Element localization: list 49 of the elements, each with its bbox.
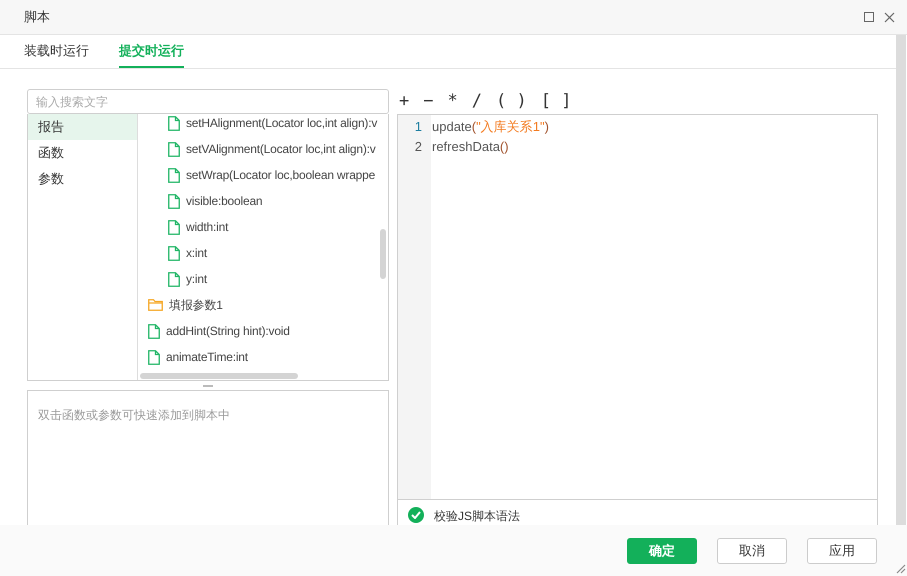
file-icon [168, 272, 180, 286]
tree-item[interactable]: setVAlignment(Locator loc,int align):v [186, 140, 376, 158]
tree-item[interactable]: animateTime:int [166, 348, 248, 366]
file-icon [168, 194, 180, 208]
category-item[interactable]: 函数 [28, 140, 137, 166]
file-icon [168, 168, 180, 182]
operator-button[interactable]: * [448, 92, 458, 110]
tree-item[interactable]: addHint(String hint):void [166, 322, 290, 340]
resize-grip-icon[interactable] [894, 562, 906, 574]
operator-button[interactable]: + [399, 92, 410, 110]
operator-button[interactable]: ( ) [496, 92, 527, 110]
tree-item[interactable]: visible:boolean [186, 192, 262, 210]
tree-item[interactable]: setHAlignment(Locator loc,int align):v [186, 114, 378, 132]
folder-icon [148, 299, 163, 311]
code-line: update("入库关系1") [432, 118, 549, 136]
file-icon [148, 350, 160, 364]
window-title: 脚本 [24, 8, 51, 26]
tree-item[interactable]: setWrap(Locator loc,boolean wrappe [186, 166, 376, 184]
close-icon[interactable] [884, 12, 895, 22]
tree-item[interactable]: y:int [186, 270, 208, 288]
search-field[interactable]: 输入搜索文字 [27, 89, 389, 114]
file-icon [168, 116, 180, 130]
checkbox-label[interactable]: 校验JS脚本语法 [434, 507, 520, 525]
line-number: 1 [414, 118, 422, 136]
tree-item[interactable]: x:int [186, 244, 208, 262]
code-line: refreshData() [432, 138, 510, 156]
dialog-button[interactable]: 取消 [717, 538, 787, 564]
hint-text: 双击函数或参数可快速添加到脚本中 [38, 408, 230, 422]
file-icon [168, 142, 180, 156]
file-icon [168, 220, 180, 234]
category-item[interactable]: 参数 [28, 166, 137, 192]
file-icon [148, 324, 160, 338]
line-number: 2 [414, 138, 422, 156]
operator-button[interactable]: [ ] [540, 92, 572, 110]
category-item[interactable]: 报告 [28, 114, 137, 140]
check-icon[interactable] [408, 507, 424, 523]
scrollbar-thumb[interactable] [380, 229, 386, 279]
tree-item[interactable]: 填报参数1 [169, 296, 223, 314]
file-icon [168, 246, 180, 260]
operator-button[interactable]: − [423, 92, 434, 110]
page-scrollbar[interactable] [896, 35, 906, 525]
scrollbar-thumb[interactable] [140, 373, 298, 379]
dialog-button[interactable]: 应用 [807, 538, 877, 564]
tab[interactable]: 装载时运行 [24, 35, 89, 68]
splitter-handle[interactable] [203, 384, 213, 386]
operator-button[interactable]: / [472, 92, 482, 110]
code-editor[interactable]: 1 2 update("入库关系1") refreshData() [397, 114, 878, 500]
maximize-icon[interactable] [864, 12, 874, 22]
tree-item[interactable]: width:int [186, 218, 228, 236]
